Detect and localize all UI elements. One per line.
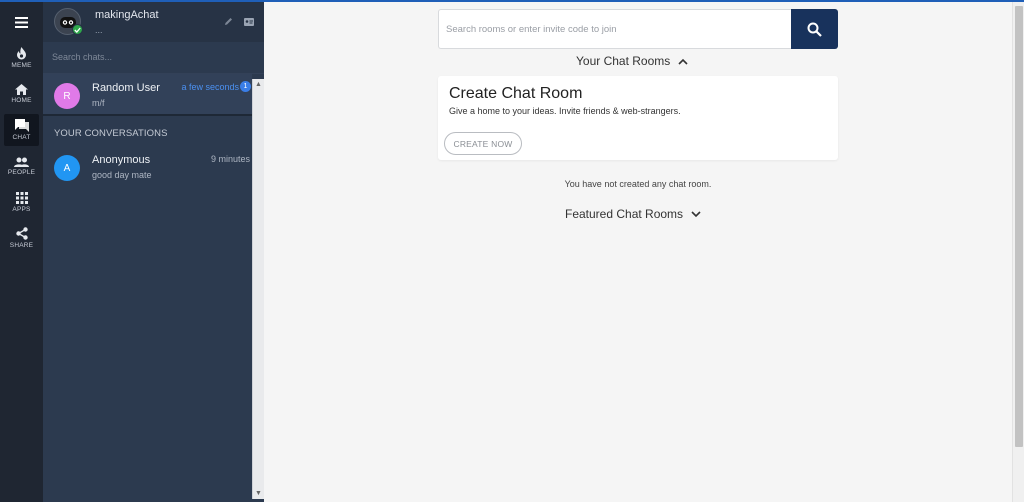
room-search-input[interactable] <box>446 10 786 48</box>
rail-label-meme: MEME <box>11 62 32 69</box>
rail-item-share[interactable]: SHARE <box>4 222 39 254</box>
contact-name: Random User <box>92 82 160 94</box>
people-icon <box>14 157 29 167</box>
search-icon <box>807 22 822 37</box>
online-status-icon <box>72 24 83 35</box>
rail-item-meme[interactable]: MEME <box>4 42 39 74</box>
rail-label-apps: APPS <box>12 205 31 213</box>
menu-icon <box>15 16 28 28</box>
rail-label-people: PEOPLE <box>7 168 36 176</box>
your-rooms-toggle[interactable]: Your Chat Rooms <box>576 54 688 68</box>
contact-avatar: A <box>54 155 80 181</box>
rail-item-people[interactable]: PEOPLE <box>4 150 39 182</box>
create-now-button[interactable]: CREATE NOW <box>444 132 522 155</box>
edit-pencil-icon[interactable] <box>224 17 233 26</box>
featured-rooms-toggle[interactable]: Featured Chat Rooms <box>565 207 701 221</box>
rail-item-chat[interactable]: CHAT <box>4 114 39 146</box>
chat-icon <box>14 119 29 132</box>
chevron-down-icon <box>691 210 701 217</box>
main-scrollbar[interactable] <box>1012 2 1024 502</box>
message-time: a few seconds <box>181 82 239 92</box>
share-icon <box>15 227 28 240</box>
message-time: 9 minutes <box>210 154 250 164</box>
section-label-conversations: YOUR CONVERSATIONS <box>54 128 168 139</box>
room-search-box <box>438 9 791 49</box>
home-icon <box>15 84 28 95</box>
list-item[interactable]: A Anonymous good day mate 9 minutes <box>43 146 252 188</box>
chat-list-panel: makingAchat ... R Random User m/f a few … <box>43 2 264 502</box>
profile-header: makingAchat ... <box>43 2 264 42</box>
apps-grid-icon <box>15 191 28 204</box>
id-card-icon[interactable] <box>244 18 254 26</box>
your-rooms-title: Your Chat Rooms <box>576 54 671 68</box>
no-rooms-message: You have not created any chat room. <box>564 179 712 189</box>
rail-label-chat: CHAT <box>12 134 31 141</box>
contact-name: Anonymous <box>92 154 151 166</box>
chat-list-scrollbar[interactable]: ▲ ▼ <box>252 79 264 499</box>
scroll-up-arrow-icon[interactable]: ▲ <box>255 81 262 88</box>
rail-label-share: SHARE <box>9 242 34 249</box>
icon-rail: MEME HOME CHAT PEOPLE APPS SHARE <box>0 2 43 502</box>
unread-badge: 1 <box>240 81 251 92</box>
rooms-main-area: Your Chat Rooms Create Chat Room Give a … <box>264 2 1012 502</box>
last-message: m/f <box>92 98 105 108</box>
create-room-title: Create Chat Room <box>449 85 583 102</box>
main-scrollbar-thumb[interactable] <box>1015 6 1023 447</box>
scroll-down-arrow-icon[interactable]: ▼ <box>255 490 262 497</box>
hamburger-menu-button[interactable] <box>0 8 43 36</box>
rail-item-home[interactable]: HOME <box>4 78 39 110</box>
flame-icon <box>17 47 26 60</box>
create-room-subtitle: Give a home to your ideas. Invite friend… <box>449 106 681 116</box>
chevron-up-icon <box>678 58 688 65</box>
conversation-list: R Random User m/f a few seconds 1 YOUR C… <box>43 74 264 502</box>
chat-search-bar <box>43 42 264 74</box>
chat-search-input[interactable] <box>52 42 262 72</box>
featured-rooms-title: Featured Chat Rooms <box>565 207 684 221</box>
last-message: good day mate <box>92 170 152 180</box>
rail-item-apps[interactable]: APPS <box>4 186 39 218</box>
user-status-text: ... <box>95 25 103 35</box>
list-item[interactable]: R Random User m/f a few seconds 1 <box>43 74 252 116</box>
username: makingAchat <box>95 9 159 21</box>
room-search-button[interactable] <box>791 9 838 49</box>
rail-label-home: HOME <box>11 97 32 104</box>
contact-avatar: R <box>54 83 80 109</box>
create-room-card: Create Chat Room Give a home to your ide… <box>438 76 838 160</box>
